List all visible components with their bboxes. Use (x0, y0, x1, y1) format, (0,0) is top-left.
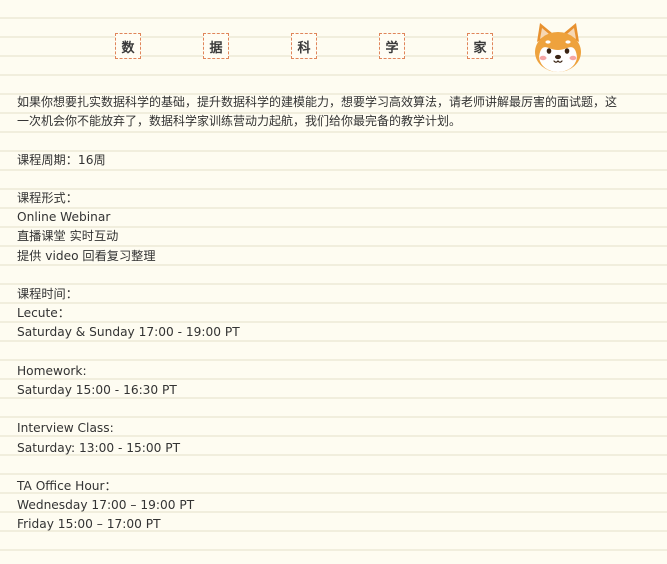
homework-label: Homework: (17, 363, 87, 378)
course-format-item: 直播课堂 实时互动 (17, 229, 119, 244)
ta-office-hour-label: TA Office Hour： (17, 478, 117, 493)
homework-time: Saturday 15:00 - 16:30 PT (17, 382, 177, 397)
intro-line-2: 一次机会你不能放弃了，数据科学家训练营动力起航，我们给你最完备的教学计划。 (17, 114, 462, 129)
ta-office-hour-time: Wednesday 17:00 – 19:00 PT (17, 498, 195, 513)
course-time-label: 课程时间： (17, 286, 78, 301)
intro-line-1: 如果你想要扎实数据科学的基础，提升数据科学的建模能力，想要学习高效算法，请老师讲… (17, 95, 618, 109)
course-format-item: Online Webinar (17, 210, 111, 225)
ta-office-hour-time: Friday 15:00 – 17:00 PT (17, 517, 161, 532)
interview-time: Saturday: 13:00 - 15:00 PT (17, 440, 181, 455)
lecture-time: Saturday & Sunday 17:00 - 19:00 PT (17, 325, 240, 340)
lecture-label: Lecute： (17, 306, 70, 321)
course-description: 如果你想要扎实数据科学的基础，提升数据科学的建模能力，想要学习高效算法，请老师讲… (17, 93, 657, 535)
course-period: 课程周期：16周 (17, 152, 106, 167)
course-format-item: 提供 video 回看复习整理 (17, 248, 156, 263)
title-char-4: 学 (379, 33, 405, 59)
course-format-label: 课程形式： (17, 190, 78, 205)
shiba-dog-icon (535, 23, 581, 72)
interview-label: Interview Class: (17, 421, 114, 436)
title-char-1: 数 (115, 33, 141, 59)
title-char-2: 据 (203, 33, 229, 59)
title-char-3: 科 (291, 33, 317, 59)
title-char-5: 家 (467, 33, 493, 59)
header: 数 据 科 学 家 (0, 0, 667, 80)
